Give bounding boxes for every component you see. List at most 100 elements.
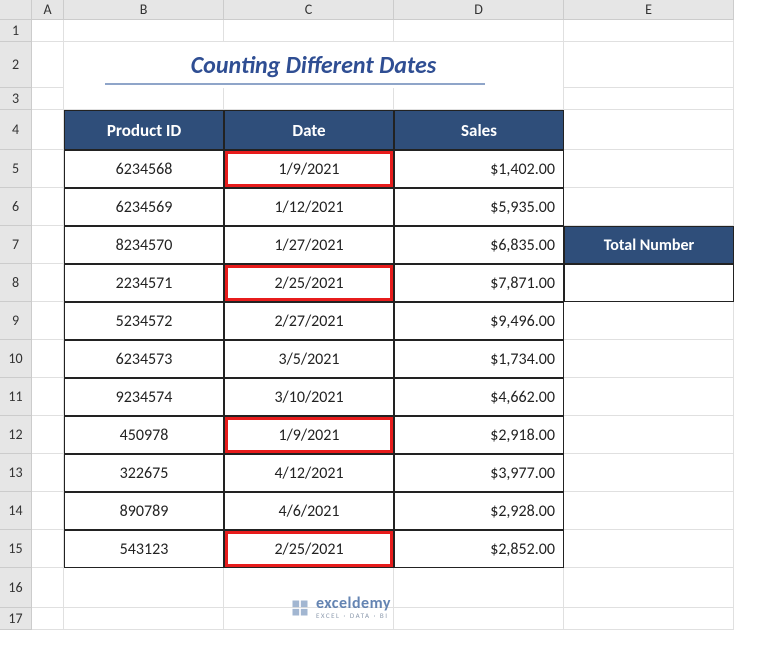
select-all-corner[interactable] [0, 0, 32, 20]
header-date[interactable]: Date [224, 110, 394, 150]
cell-product-id[interactable]: 543123 [64, 530, 224, 568]
row-header-8[interactable]: 8 [0, 264, 32, 302]
cell-A8[interactable] [32, 264, 64, 302]
cell-sales[interactable]: $3,977.00 [394, 454, 564, 492]
cell-A9[interactable] [32, 302, 64, 340]
cell-date[interactable]: 1/9/2021 [224, 416, 394, 454]
cell-product-id[interactable]: 2234571 [64, 264, 224, 302]
cell-E16[interactable] [564, 568, 734, 608]
cell-E15[interactable] [564, 530, 734, 568]
row-header-2[interactable]: 2 [0, 42, 32, 88]
cell-product-id[interactable]: 450978 [64, 416, 224, 454]
cell-C1[interactable] [224, 20, 394, 42]
total-number-header[interactable]: Total Number [564, 226, 734, 264]
cell-date[interactable]: 1/27/2021 [224, 226, 394, 264]
row-header-13[interactable]: 13 [0, 454, 32, 492]
cell-D3[interactable] [394, 88, 564, 110]
row-header-9[interactable]: 9 [0, 302, 32, 340]
row-header-16[interactable]: 16 [0, 568, 32, 608]
page-title[interactable]: Counting Different Dates [64, 42, 564, 88]
cell-A6[interactable] [32, 188, 64, 226]
cell-D17[interactable] [394, 608, 564, 630]
col-header-B[interactable]: B [64, 0, 224, 20]
cell-A15[interactable] [32, 530, 64, 568]
cell-E12[interactable] [564, 416, 734, 454]
cell-E6[interactable] [564, 188, 734, 226]
cell-A3[interactable] [32, 88, 64, 110]
cell-E9[interactable] [564, 302, 734, 340]
header-product-id[interactable]: Product ID [64, 110, 224, 150]
cell-date[interactable]: 2/27/2021 [224, 302, 394, 340]
cell-D1[interactable] [394, 20, 564, 42]
cell-A16[interactable] [32, 568, 64, 608]
row-header-4[interactable]: 4 [0, 110, 32, 150]
cell-product-id[interactable]: 6234573 [64, 340, 224, 378]
cell-B3[interactable] [64, 88, 224, 110]
cell-product-id[interactable]: 322675 [64, 454, 224, 492]
row-header-6[interactable]: 6 [0, 188, 32, 226]
col-header-D[interactable]: D [394, 0, 564, 20]
row-header-11[interactable]: 11 [0, 378, 32, 416]
cell-E17[interactable] [564, 608, 734, 630]
cell-sales[interactable]: $1,734.00 [394, 340, 564, 378]
cell-date[interactable]: 3/10/2021 [224, 378, 394, 416]
row-header-14[interactable]: 14 [0, 492, 32, 530]
cell-A4[interactable] [32, 110, 64, 150]
row-header-17[interactable]: 17 [0, 608, 32, 630]
row-header-5[interactable]: 5 [0, 150, 32, 188]
cell-date[interactable]: 4/6/2021 [224, 492, 394, 530]
cell-sales[interactable]: $6,835.00 [394, 226, 564, 264]
cell-A17[interactable] [32, 608, 64, 630]
cell-A1[interactable] [32, 20, 64, 42]
cell-E2[interactable] [564, 42, 734, 88]
cell-sales[interactable]: $2,928.00 [394, 492, 564, 530]
cell-product-id[interactable]: 5234572 [64, 302, 224, 340]
cell-D16[interactable] [394, 568, 564, 608]
cell-E4[interactable] [564, 110, 734, 150]
row-header-7[interactable]: 7 [0, 226, 32, 264]
cell-date[interactable]: 4/12/2021 [224, 454, 394, 492]
cell-product-id[interactable]: 890789 [64, 492, 224, 530]
cell-product-id[interactable]: 8234570 [64, 226, 224, 264]
row-header-3[interactable]: 3 [0, 88, 32, 110]
total-number-value[interactable] [564, 264, 734, 302]
cell-sales[interactable]: $2,852.00 [394, 530, 564, 568]
cell-A11[interactable] [32, 378, 64, 416]
cell-date[interactable]: 1/9/2021 [224, 150, 394, 188]
cell-product-id[interactable]: 6234569 [64, 188, 224, 226]
cell-A5[interactable] [32, 150, 64, 188]
cell-sales[interactable]: $7,871.00 [394, 264, 564, 302]
col-header-E[interactable]: E [564, 0, 734, 20]
cell-C3[interactable] [224, 88, 394, 110]
cell-product-id[interactable]: 9234574 [64, 378, 224, 416]
cell-B17[interactable] [64, 608, 224, 630]
row-header-1[interactable]: 1 [0, 20, 32, 42]
cell-date[interactable]: 3/5/2021 [224, 340, 394, 378]
cell-E1[interactable] [564, 20, 734, 42]
cell-B1[interactable] [64, 20, 224, 42]
cell-product-id[interactable]: 6234568 [64, 150, 224, 188]
row-header-15[interactable]: 15 [0, 530, 32, 568]
cell-A2[interactable] [32, 42, 64, 88]
cell-sales[interactable]: $4,662.00 [394, 378, 564, 416]
cell-E13[interactable] [564, 454, 734, 492]
cell-A7[interactable] [32, 226, 64, 264]
cell-E5[interactable] [564, 150, 734, 188]
cell-sales[interactable]: $1,402.00 [394, 150, 564, 188]
cell-date[interactable]: 2/25/2021 [224, 264, 394, 302]
col-header-C[interactable]: C [224, 0, 394, 20]
cell-B16[interactable] [64, 568, 224, 608]
row-header-10[interactable]: 10 [0, 340, 32, 378]
cell-E14[interactable] [564, 492, 734, 530]
cell-sales[interactable]: $9,496.00 [394, 302, 564, 340]
cell-A12[interactable] [32, 416, 64, 454]
cell-sales[interactable]: $5,935.00 [394, 188, 564, 226]
cell-A10[interactable] [32, 340, 64, 378]
cell-A13[interactable] [32, 454, 64, 492]
cell-A14[interactable] [32, 492, 64, 530]
col-header-A[interactable]: A [32, 0, 64, 20]
cell-sales[interactable]: $2,918.00 [394, 416, 564, 454]
cell-date[interactable]: 1/12/2021 [224, 188, 394, 226]
header-sales[interactable]: Sales [394, 110, 564, 150]
cell-date[interactable]: 2/25/2021 [224, 530, 394, 568]
